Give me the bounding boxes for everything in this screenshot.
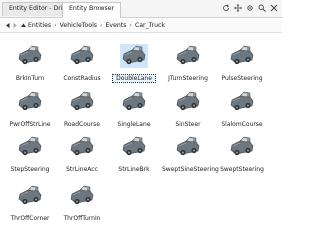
tab-bar: Entity Editor - Driver Entity Browser — [0, 0, 282, 18]
breadcrumb-events[interactable]: Events — [106, 22, 127, 29]
entity-item-label: SweptSteering — [220, 166, 264, 173]
entity-item-label: RoadCourse — [63, 121, 100, 128]
entity-item-label: SinSteer — [175, 121, 201, 128]
car-event-icon — [16, 184, 44, 208]
chevron-right-icon: › — [129, 22, 132, 29]
entity-item[interactable]: StrLineAcc — [56, 131, 108, 173]
entity-item-label: ConstRadius — [63, 75, 101, 82]
entity-item[interactable]: DoubleLane — [108, 40, 160, 83]
car-event-icon — [68, 90, 96, 114]
tab-entity-browser[interactable]: Entity Browser — [62, 2, 122, 18]
car-event-icon — [16, 90, 44, 114]
car-event-icon — [120, 135, 148, 159]
entity-item[interactable]: SlalomCourse — [216, 86, 268, 128]
entity-item-label: DoubleLane — [112, 74, 156, 83]
entity-item[interactable]: SinSteer — [162, 86, 214, 128]
car-event-icon — [16, 135, 44, 159]
entity-item[interactable]: ThrOffCorner — [4, 180, 56, 222]
entity-item-label: BrkInTurn — [15, 75, 45, 82]
entity-item-label: ThrOffTurnIn — [63, 215, 101, 222]
back-arrow-icon[interactable] — [4, 22, 11, 29]
car-event-icon — [228, 135, 256, 159]
toolbar-icons — [222, 4, 278, 12]
entity-item-label: SingleLane — [117, 121, 151, 128]
entity-item[interactable]: SingleLane — [108, 86, 160, 128]
car-event-icon — [174, 44, 202, 68]
entity-grid: BrkInTurn ConstRadius DoubleLane JTurnSteer… — [0, 34, 282, 243]
entity-item[interactable]: SweptSineSteering — [162, 131, 219, 173]
breadcrumb-car-truck[interactable]: Car_Truck — [135, 22, 165, 29]
entity-item[interactable]: SweptSteering — [216, 131, 268, 173]
entity-item-label: SweptSineSteering — [162, 166, 219, 173]
refresh-icon[interactable] — [222, 4, 230, 12]
entity-item[interactable]: StrLineBrk — [108, 131, 160, 173]
entity-item-label: StrLineBrk — [118, 166, 150, 173]
entity-item-label: JTurnSteering — [168, 75, 208, 82]
entity-item[interactable]: ThrOffTurnIn — [56, 180, 108, 222]
entity-item[interactable]: StepSteering — [4, 131, 56, 173]
entity-item-label: PwrOffStrLine — [9, 121, 51, 128]
entity-item-label: StrLineAcc — [66, 166, 98, 173]
breadcrumb: Entities › VehicleTools › Events › Car_T… — [0, 19, 282, 33]
forward-arrow-icon[interactable] — [12, 22, 19, 29]
car-event-icon — [120, 44, 148, 68]
car-event-icon — [68, 44, 96, 68]
entity-item-label: PulseSteering — [221, 75, 263, 82]
entity-item[interactable]: PwrOffStrLine — [4, 86, 56, 128]
car-event-icon — [174, 90, 202, 114]
car-event-icon — [68, 135, 96, 159]
entity-item-label: ThrOffCorner — [10, 215, 50, 222]
car-event-icon — [228, 90, 256, 114]
car-event-icon — [16, 44, 44, 68]
close-icon[interactable] — [270, 4, 278, 12]
entity-item[interactable]: JTurnSteering — [162, 40, 214, 82]
breadcrumb-vehicletools[interactable]: VehicleTools — [60, 22, 97, 29]
car-event-icon — [68, 184, 96, 208]
car-event-icon — [174, 135, 202, 159]
entity-item-label: SlalomCourse — [221, 121, 263, 128]
chevron-right-icon: › — [54, 22, 57, 29]
move-icon[interactable] — [234, 4, 242, 12]
car-event-icon — [120, 90, 148, 114]
entity-item[interactable]: BrkInTurn — [4, 40, 56, 82]
entity-item-label: StepSteering — [10, 166, 50, 173]
car-event-icon — [228, 44, 256, 68]
up-arrow-icon[interactable] — [20, 22, 27, 29]
entity-item[interactable]: PulseSteering — [216, 40, 268, 82]
breadcrumb-entities[interactable]: Entities — [28, 22, 51, 29]
entity-item[interactable]: RoadCourse — [56, 86, 108, 128]
search-icon[interactable] — [258, 4, 266, 12]
chevron-right-icon: › — [100, 22, 103, 29]
settings-icon[interactable] — [246, 4, 254, 12]
entity-item[interactable]: ConstRadius — [56, 40, 108, 82]
